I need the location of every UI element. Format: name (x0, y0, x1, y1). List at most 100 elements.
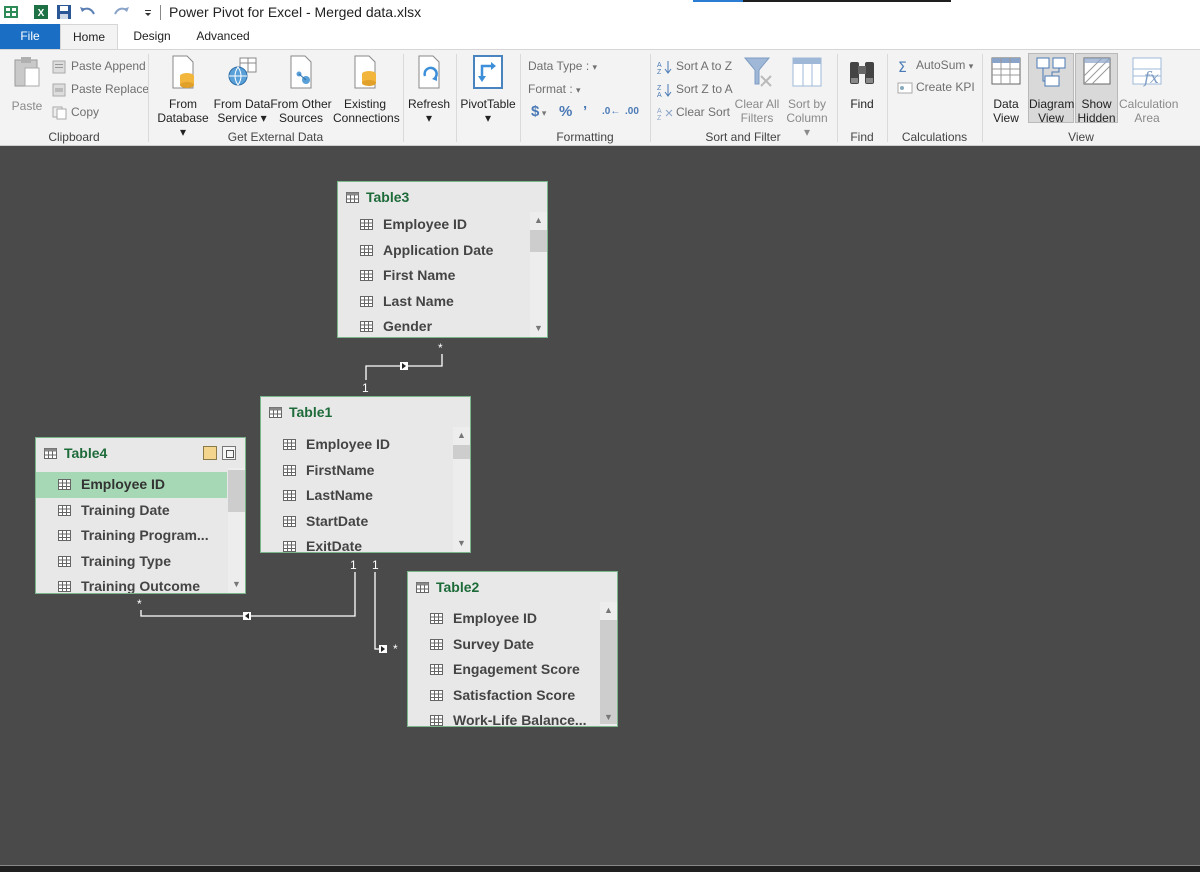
scroll-thumb[interactable] (228, 470, 245, 512)
show-hidden-button[interactable]: Show Hidden (1075, 53, 1118, 125)
show-hidden-icon (1083, 57, 1110, 85)
tab-file[interactable]: File (0, 24, 60, 49)
status-strip (0, 865, 1200, 872)
scroll-thumb[interactable] (530, 230, 547, 252)
tab-advanced[interactable]: Advanced (186, 24, 260, 49)
excel-icon[interactable]: X (33, 4, 49, 20)
copy-button[interactable]: Copy (52, 103, 99, 121)
column-item[interactable]: FirstName (261, 458, 452, 484)
format-dropdown[interactable]: Format : ▾ (528, 80, 581, 98)
sort-by-column-button[interactable]: Sort by Column ▾ (782, 54, 832, 139)
column-item[interactable]: Employee ID (338, 212, 529, 238)
column-item[interactable]: Training Program... (36, 523, 227, 549)
sort-a-to-z-button[interactable]: A Z Sort A to Z (657, 57, 732, 75)
table-card-table4[interactable]: Table4 Employee ID Training Date Trainin… (35, 437, 246, 594)
cardinality-one: 1 (372, 558, 379, 572)
clear-sort-button[interactable]: A Z Clear Sort (657, 103, 730, 121)
paste-replace-button[interactable]: Paste Replace (52, 80, 149, 98)
column-item[interactable]: Gender (338, 314, 529, 337)
column-list: Employee ID Survey Date Engagement Score… (408, 606, 599, 726)
tab-design[interactable]: Design (122, 24, 182, 49)
ribbon-separator (837, 54, 838, 142)
from-database-button[interactable]: From Database ▾ (153, 54, 213, 139)
autosum-button[interactable]: Σ AutoSum ▾ (897, 56, 973, 74)
existing-connections-button[interactable]: Existing Connections (333, 54, 400, 125)
column-item[interactable]: StartDate (261, 509, 452, 535)
column-item[interactable]: Satisfaction Score (408, 683, 599, 709)
sort-z-to-a-button[interactable]: Z A Sort Z to A (657, 80, 733, 98)
column-item[interactable]: ExitDate (261, 534, 452, 552)
column-item[interactable]: Work-Life Balance... (408, 708, 599, 726)
table-header[interactable]: Table2 (408, 572, 617, 602)
scroll-up-icon[interactable]: ▲ (533, 215, 544, 226)
table-name: Table1 (289, 404, 333, 420)
other-sources-icon (290, 55, 312, 89)
column-item[interactable]: Application Date (338, 238, 529, 264)
save-icon[interactable] (56, 4, 72, 20)
column-icon (430, 613, 443, 624)
scroll-thumb[interactable] (453, 445, 470, 459)
find-button[interactable]: Find (842, 54, 882, 111)
column-item[interactable]: Last Name (338, 289, 529, 315)
undo-icon[interactable] (78, 4, 98, 20)
column-item[interactable]: Training Type (36, 549, 227, 575)
redo-icon[interactable] (111, 4, 131, 20)
scroll-down-icon[interactable]: ▼ (456, 538, 467, 549)
svg-text:A: A (657, 62, 662, 69)
create-hierarchy-icon[interactable] (203, 446, 217, 460)
table-card-table1[interactable]: Table1 Employee ID FirstName LastName St… (260, 396, 471, 553)
column-item[interactable]: Employee ID (261, 432, 452, 458)
scroll-down-icon[interactable]: ▼ (533, 323, 544, 334)
column-item[interactable]: Employee ID (408, 606, 599, 632)
table-card-table2[interactable]: Table2 Employee ID Survey Date Engagemen… (407, 571, 618, 727)
from-data-service-button[interactable]: From Data Service ▾ (212, 54, 272, 125)
table-header[interactable]: Table4 (36, 438, 245, 468)
scroll-thumb[interactable] (600, 620, 617, 724)
column-item-selected[interactable]: Employee ID (36, 472, 227, 498)
data-type-dropdown[interactable]: Data Type : ▾ (528, 57, 597, 75)
vertical-scrollbar[interactable]: ▲ ▼ (530, 212, 547, 337)
diagram-view-button[interactable]: Diagram View (1028, 53, 1074, 125)
title-accent-bar (693, 0, 951, 2)
column-icon (430, 715, 443, 726)
column-item[interactable]: First Name (338, 263, 529, 289)
column-icon (283, 490, 296, 502)
percent-button[interactable]: % (559, 103, 572, 121)
create-kpi-button[interactable]: Create KPI (897, 78, 975, 96)
column-item[interactable]: Survey Date (408, 632, 599, 658)
paste-append-button[interactable]: Paste Append (52, 57, 146, 75)
currency-button[interactable]: $ ▾ (531, 103, 546, 121)
svg-text:Z: Z (657, 69, 662, 74)
column-icon (58, 530, 71, 542)
pivottable-button[interactable]: PivotTable ▾ (459, 54, 517, 125)
calculation-area-icon: fx (1132, 57, 1162, 87)
vertical-scrollbar[interactable]: ▼ (228, 468, 245, 593)
scroll-down-icon[interactable]: ▼ (603, 712, 614, 723)
column-item[interactable]: Engagement Score (408, 657, 599, 683)
tab-home[interactable]: Home (60, 24, 118, 49)
table-card-table3[interactable]: Table3 Employee ID Application Date Firs… (337, 181, 548, 338)
refresh-button[interactable]: Refresh ▾ (406, 54, 452, 125)
scroll-up-icon[interactable]: ▲ (456, 430, 467, 441)
data-view-button[interactable]: Data View (985, 54, 1027, 125)
scroll-up-icon[interactable]: ▲ (603, 605, 614, 616)
customize-qat-icon[interactable] (143, 4, 153, 20)
comma-button[interactable]: ’ (583, 103, 587, 121)
clear-all-filters-button[interactable]: Clear All Filters (734, 54, 780, 125)
maximize-table-icon[interactable] (222, 446, 236, 460)
table-header[interactable]: Table1 (261, 397, 470, 427)
column-item[interactable]: Training Outcome (36, 574, 227, 593)
decrease-decimal-button[interactable]: .00 (625, 103, 639, 121)
table-header[interactable]: Table3 (338, 182, 547, 212)
increase-decimal-button[interactable]: .0← (602, 103, 620, 121)
group-label-view: View (1068, 130, 1094, 144)
column-item[interactable]: Training Date (36, 498, 227, 524)
from-other-sources-button[interactable]: From Other Sources (270, 54, 332, 125)
vertical-scrollbar[interactable]: ▲ ▼ (600, 602, 617, 726)
scroll-down-icon[interactable]: ▼ (231, 579, 242, 590)
vertical-scrollbar[interactable]: ▲ ▼ (453, 427, 470, 552)
column-item[interactable]: LastName (261, 483, 452, 509)
calculation-area-button[interactable]: fx Calculation Area (1119, 54, 1178, 125)
copy-icon (52, 106, 67, 120)
paste-button[interactable]: Paste (8, 54, 46, 113)
